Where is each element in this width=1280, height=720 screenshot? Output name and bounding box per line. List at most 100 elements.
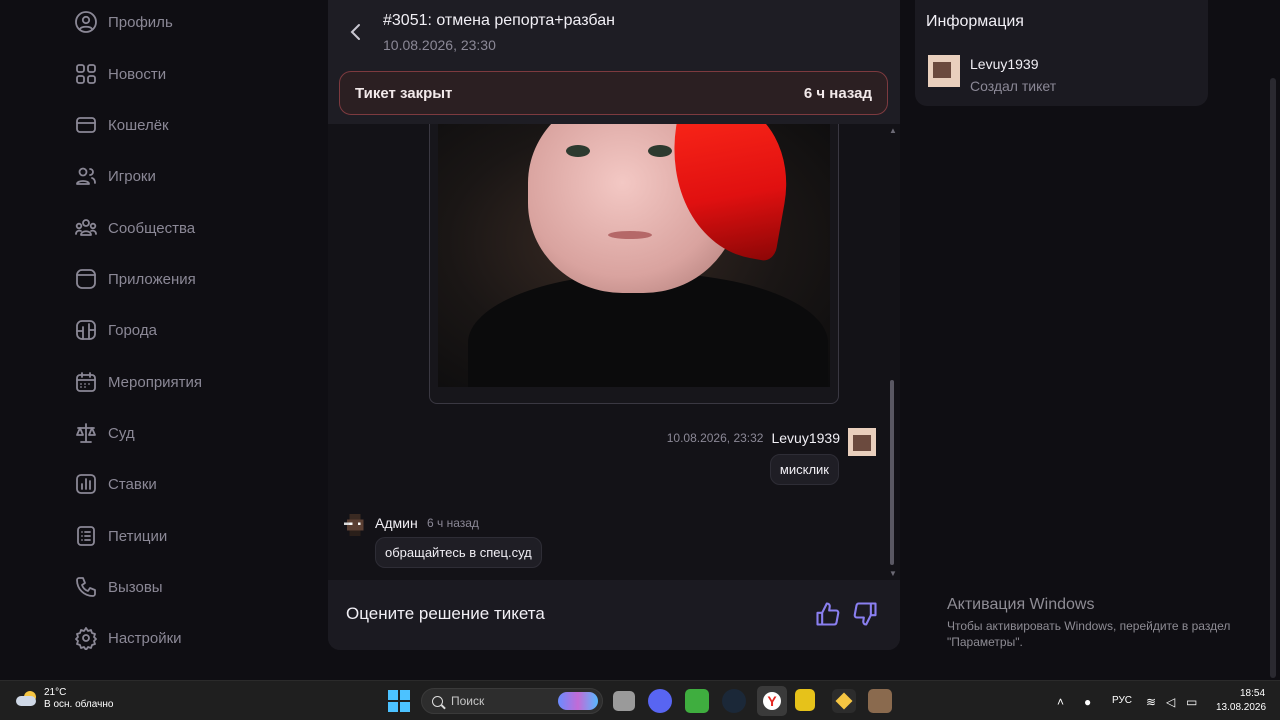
sidebar-item-petitions[interactable]: Петиции [72,521,167,551]
taskbar-search[interactable]: Поиск [421,688,603,714]
rating-label: Оцените решение тикета [346,604,545,623]
clock-date[interactable]: 13.08.2026 [1216,702,1266,713]
scroll-down-icon[interactable]: ▼ [889,569,897,578]
chevron-left-icon [350,24,360,40]
weather-widget[interactable]: 21°C В осн. облачно [16,687,113,711]
message-time: 10.08.2026, 23:32 [666,431,764,445]
ticket-title: #3051: отмена репорта+разбан [383,12,615,29]
windows-activation-title: Активация Windows [947,596,1095,613]
info-title: Информация [926,13,1024,30]
microphone-icon[interactable]: ● [1084,695,1091,709]
wifi-icon[interactable]: ≋ [1146,695,1156,709]
ticket-closed-banner: Тикет закрыт 6 ч назад [339,71,888,115]
volume-icon[interactable]: ◁ [1166,695,1175,709]
photo [438,124,830,387]
chat-area[interactable]: 10.08.2026, 23:32 Levuy1939 мисклик Адми… [328,124,900,580]
sidebar-item-settings[interactable]: Настройки [72,623,182,653]
app-window: Профиль Новости Кошелёк Игроки Сообществ… [0,0,1280,680]
admin-message-bubble: обращайтесь в спец.суд [375,537,542,568]
sidebar-item-label: Кошелёк [108,116,169,134]
sidebar-item-news[interactable]: Новости [72,59,166,89]
yandex-browser-icon[interactable]: Y [757,686,787,716]
sidebar-item-communities[interactable]: Сообщества [72,213,195,243]
message-author: Levuy1939 [771,430,840,446]
sidebar-item-apps[interactable]: Приложения [72,264,196,294]
game-app-icon[interactable] [868,689,892,713]
search-placeholder: Поиск [451,694,485,708]
battery-icon[interactable]: ▭ [1186,695,1197,709]
sidebar-item-label: Настройки [108,629,182,647]
sidebar-item-label: Игроки [108,167,156,185]
avatar[interactable] [344,514,366,536]
scroll-up-icon[interactable]: ▲ [889,126,897,135]
weather-temp: 21°C [44,687,67,698]
sidebar-item-players[interactable]: Игроки [72,161,156,191]
sidebar-item-label: Суд [108,424,135,442]
search-highlight-icon [558,692,598,710]
calendar-icon [76,372,96,392]
grid-icon [76,64,96,84]
message-author: Админ [375,515,418,531]
windows-activation-subtitle: Чтобы активировать Windows, перейдите в … [947,619,1231,649]
ticket-status-label: Тикет закрыт [355,84,453,102]
user-icon [75,11,97,33]
sidebar-item-label: Мероприятия [108,373,203,391]
sidebar-item-calls[interactable]: Вызовы [72,572,163,602]
city-icon [76,320,96,340]
user-message-meta: 10.08.2026, 23:32 Levuy1939 [667,430,840,446]
sidebar-item-wallet[interactable]: Кошелёк [72,110,169,140]
sidebar-item-label: Ставки [108,475,157,493]
sidebar-item-label: Города [108,321,157,339]
chevron-up-icon[interactable]: ˄ [1057,695,1064,709]
sidebar-item-profile[interactable]: Профиль [72,7,173,37]
message-time: 6 ч назад [427,516,479,530]
info-panel: Информация Levuy1939 Создал тикет [915,0,1208,106]
minecraft-icon[interactable] [685,689,709,713]
chat-scrollbar[interactable]: ▲ ▼ [888,124,897,580]
sidebar-item-label: Вызовы [108,578,163,596]
sparkle-app-icon[interactable] [832,689,856,713]
sidebar-item-court[interactable]: Суд [72,418,135,448]
sidebar-item-label: Приложения [108,270,196,288]
avatar[interactable] [928,55,960,87]
phone-icon [76,577,96,597]
info-user-role: Создал тикет [970,78,1057,94]
gear-icon [75,627,97,650]
clock-time[interactable]: 18:54 [1240,688,1265,699]
discord-icon[interactable] [648,689,672,713]
sidebar-item-events[interactable]: Мероприятия [72,367,202,397]
scales-icon [76,423,96,443]
avatar[interactable] [848,428,876,456]
task-view-icon[interactable] [613,691,635,711]
wallet-icon [76,117,96,133]
info-user-name[interactable]: Levuy1939 [970,56,1039,72]
lock-app-icon[interactable] [795,689,815,711]
page-scrollbar[interactable] [1270,78,1276,678]
start-button[interactable] [388,690,410,712]
language-indicator[interactable]: РУС [1112,695,1132,706]
thumbs-up-icon [816,602,840,626]
dislike-button[interactable] [851,600,879,628]
rating-bar: Оцените решение тикета [328,580,900,650]
community-icon [75,219,97,236]
taskbar: 21°C В осн. облачно Поиск Y ˄ ● РУС ≋ ◁ … [0,680,1280,720]
users-icon [76,167,96,185]
like-button[interactable] [814,600,842,628]
ticket-status-time: 6 ч назад [803,84,872,102]
ticket-date: 10.08.2026, 23:30 [383,37,496,53]
ticket-header: #3051: отмена репорта+разбан 10.08.2026,… [328,0,900,124]
sidebar-item-label: Профиль [108,13,173,31]
chart-icon [76,474,96,494]
partly-cloudy-icon [16,691,38,707]
back-button[interactable] [344,20,368,44]
ticket-panel: #3051: отмена репорта+разбан 10.08.2026,… [328,0,900,650]
sidebar-item-cities[interactable]: Города [72,315,157,345]
steam-icon[interactable] [722,689,746,713]
user-message-bubble: мисклик [769,454,839,485]
sidebar-item-bets[interactable]: Ставки [72,469,157,499]
weather-desc: В осн. облачно [44,699,114,710]
apps-icon [76,269,96,289]
attachment-image[interactable] [429,124,839,404]
search-icon [432,695,443,707]
scrollbar-thumb[interactable] [890,380,894,565]
